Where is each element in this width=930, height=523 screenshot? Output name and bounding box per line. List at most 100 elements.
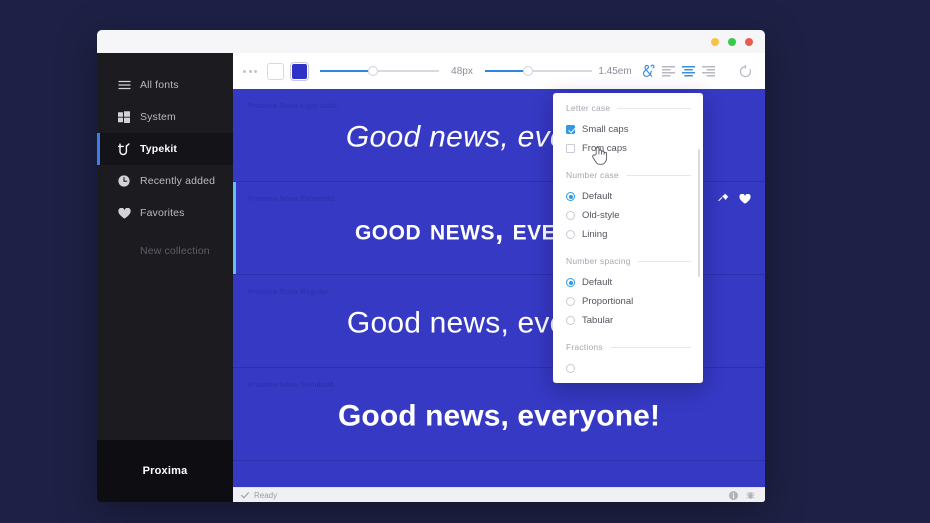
group-label: Number spacing [566, 256, 631, 266]
option-label: Lining [582, 229, 608, 240]
typekit-icon [117, 142, 131, 156]
option-number-case-lining[interactable]: Lining [566, 225, 691, 244]
option-label: Old-style [582, 210, 620, 221]
radio-icon[interactable] [566, 230, 575, 239]
divider [637, 260, 691, 262]
option-number-spacing-tabular[interactable]: Tabular [566, 311, 691, 330]
group-label: Letter case [566, 103, 611, 113]
sidebar-item-label: Recently added [140, 175, 216, 187]
group-label: Number case [566, 170, 619, 180]
option-label: From caps [582, 143, 627, 154]
check-icon [241, 491, 249, 499]
window-minimize-button[interactable] [711, 38, 719, 46]
more-options-button[interactable] [243, 69, 257, 73]
sidebar-item-label: All fonts [140, 79, 179, 91]
group-title-letter-case: Letter case [566, 103, 691, 113]
group-title-number-spacing: Number spacing [566, 256, 691, 266]
sidebar-item-label: Typekit [140, 143, 178, 155]
option-number-case-default[interactable]: Default [566, 187, 691, 206]
option-fractions-first[interactable] [566, 359, 691, 378]
group-title-fractions: Fractions [566, 342, 691, 352]
radio-icon[interactable] [566, 297, 575, 306]
line-height-knob[interactable] [523, 66, 533, 76]
option-label: Proportional [582, 296, 634, 307]
title-bar [97, 30, 765, 53]
status-text: Ready [254, 490, 278, 500]
font-size-value: 48px [451, 65, 473, 77]
radio-icon[interactable] [566, 192, 575, 201]
checkbox-icon[interactable] [566, 125, 575, 134]
align-center-icon[interactable] [678, 61, 698, 81]
window-close-button[interactable] [745, 38, 753, 46]
windows-icon [117, 110, 131, 124]
option-number-spacing-default[interactable]: Default [566, 273, 691, 292]
radio-icon[interactable] [566, 211, 575, 220]
divider [617, 107, 691, 109]
reset-icon[interactable] [735, 61, 755, 81]
divider [609, 346, 691, 348]
group-title-number-case: Number case [566, 170, 691, 180]
radio-icon[interactable] [566, 316, 575, 325]
sidebar-footer: Proxima [97, 440, 233, 502]
sidebar-nav: All fonts System Typekit Recently added … [97, 53, 233, 267]
heart-icon [117, 206, 131, 220]
ampersand-icon[interactable] [638, 61, 658, 81]
font-size-track-filled [320, 70, 368, 72]
sidebar-new-collection-label: New collection [140, 245, 210, 257]
font-size-slider[interactable] [320, 66, 439, 76]
screen: All fonts System Typekit Recently added … [0, 0, 930, 523]
sidebar-item-recently-added[interactable]: Recently added [97, 165, 233, 197]
color-swatch-blue[interactable] [290, 61, 309, 81]
current-family-label: Proxima [142, 465, 188, 477]
heart-icon[interactable] [739, 193, 751, 204]
status-bar-actions [729, 490, 755, 500]
option-number-case-old-style[interactable]: Old-style [566, 206, 691, 225]
font-size-knob[interactable] [368, 66, 378, 76]
font-sample-text: Good news, everyone! [337, 399, 661, 433]
pin-icon[interactable] [718, 193, 729, 204]
opentype-features-panel: Letter case Small caps From caps Number … [553, 93, 703, 383]
sidebar: All fonts System Typekit Recently added … [97, 53, 233, 502]
line-height-track-rest [533, 70, 592, 72]
panel-scrollbar[interactable] [697, 149, 700, 277]
window-maximize-button[interactable] [728, 38, 736, 46]
option-number-spacing-proportional[interactable]: Proportional [566, 292, 691, 311]
hamburger-icon [117, 78, 131, 92]
option-small-caps[interactable]: Small caps [566, 120, 691, 139]
font-name-label: Proxima Nova Light Italic [248, 101, 338, 110]
option-label: Default [582, 277, 613, 288]
window-controls [711, 38, 753, 46]
info-icon[interactable] [729, 490, 738, 500]
panel-content: Letter case Small caps From caps Number … [553, 103, 703, 378]
row-actions [718, 193, 751, 204]
font-name-label: Proxima Nova Extrabold [248, 194, 335, 203]
option-label: Default [582, 191, 613, 202]
option-from-caps[interactable]: From caps [566, 139, 691, 158]
sidebar-item-system[interactable]: System [97, 101, 233, 133]
status-bar: Ready [233, 487, 765, 502]
sidebar-item-typekit[interactable]: Typekit [97, 133, 233, 165]
line-height-value: 1.45em [598, 65, 632, 77]
font-name-label: Proxima Nova Semibold [248, 380, 334, 389]
sidebar-item-label: Favorites [140, 207, 185, 219]
color-swatch-white[interactable] [267, 62, 284, 80]
checkbox-icon[interactable] [566, 144, 575, 153]
clock-icon [117, 174, 131, 188]
group-label: Fractions [566, 342, 603, 352]
radio-icon[interactable] [566, 278, 575, 287]
radio-icon[interactable] [566, 364, 575, 373]
sidebar-item-favorites[interactable]: Favorites [97, 197, 233, 229]
font-name-label: Proxima Nova Regular [248, 287, 329, 296]
sidebar-item-label: System [140, 111, 176, 123]
sidebar-new-collection[interactable]: New collection [97, 235, 233, 267]
align-left-icon[interactable] [658, 61, 678, 81]
toolbar: 48px 1.45em [233, 53, 765, 89]
option-label: Small caps [582, 124, 629, 135]
align-right-icon[interactable] [698, 61, 718, 81]
option-label: Tabular [582, 315, 614, 326]
sidebar-item-all-fonts[interactable]: All fonts [97, 69, 233, 101]
line-height-slider[interactable] [485, 66, 592, 76]
font-size-track-rest [378, 70, 439, 72]
bug-icon[interactable] [746, 491, 755, 500]
line-height-track-filled [485, 70, 523, 72]
